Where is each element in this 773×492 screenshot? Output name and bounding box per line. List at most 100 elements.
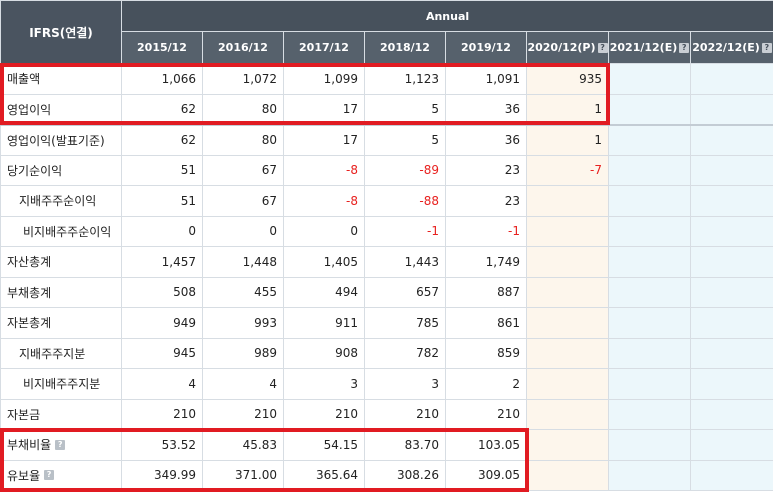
row-label-text: 영업이익 [7, 102, 52, 117]
table-cell [526, 246, 609, 278]
info-icon[interactable]: ? [55, 439, 66, 450]
col-2017: 2017/12 [283, 31, 365, 64]
table-cell: -1 [364, 215, 446, 247]
info-icon[interactable]: ? [597, 42, 608, 53]
table-cell: 210 [445, 398, 527, 430]
table-cell: 80 [202, 93, 284, 125]
table-cell [689, 429, 773, 461]
row-label: 비지배주주지분 [0, 368, 122, 400]
table-cell: -88 [364, 185, 446, 217]
table-row: 자본총계 949 993 911 785 861 [0, 307, 773, 339]
table-cell: 83.70 [364, 429, 446, 461]
table-cell [689, 398, 773, 430]
row-label-wrap: 비지배주주지분 [23, 375, 121, 392]
table-cell: 1,072 [202, 63, 284, 95]
table-cell: 1,066 [121, 63, 203, 95]
row-label: 영업이익(발표기준) [0, 123, 122, 156]
row-label-wrap: 부채비율? [7, 436, 121, 453]
annual-group-header: Annual [120, 0, 773, 32]
table-row: 당기순이익 51 67 -8 -89 23 -7 [0, 154, 773, 186]
table-cell: 365.64 [283, 459, 365, 491]
row-label: 자본금 [0, 398, 122, 430]
table-row: 자산총계 1,457 1,448 1,405 1,443 1,749 [0, 246, 773, 278]
table-cell: 23 [445, 185, 527, 217]
table-cell [608, 459, 691, 491]
table-body: 매출액 1,066 1,072 1,099 1,123 1,091 935 영업이익 62 80 1… [0, 63, 773, 491]
table-cell [608, 185, 691, 217]
table-row: 부채총계 508 455 494 657 887 [0, 276, 773, 308]
col-2021e: 2021/12(E)? [608, 31, 691, 64]
table-cell [689, 307, 773, 339]
info-icon[interactable]: ? [761, 42, 772, 53]
row-label-text: 부채총계 [7, 285, 52, 300]
info-icon[interactable]: ? [44, 470, 55, 481]
table-cell: 1,448 [202, 246, 284, 278]
table-cell [608, 429, 691, 461]
table-cell: 1,405 [283, 246, 365, 278]
col-2021e-label: 2021/12(E) [609, 41, 678, 54]
table-cell [689, 459, 773, 491]
info-icon[interactable]: ? [679, 42, 690, 53]
table-cell: 455 [202, 276, 284, 308]
row-label-text: 자산총계 [7, 255, 52, 270]
table-cell: 308.26 [364, 459, 446, 491]
table-row: 지배주주지분 945 989 908 782 859 [0, 337, 773, 369]
table-cell [608, 276, 691, 308]
table-cell [526, 398, 609, 430]
row-label-wrap: 부채총계 [7, 284, 121, 301]
table-cell [689, 276, 773, 308]
table-cell: 949 [121, 307, 203, 339]
row-label-text: 당기순이익 [7, 163, 63, 178]
table-cell: 989 [202, 337, 284, 369]
table-cell [526, 368, 609, 400]
col-2017-label: 2017/12 [299, 41, 349, 54]
table-cell: -7 [526, 154, 609, 186]
row-label-wrap: 자본금 [7, 406, 121, 423]
table-cell: 1,123 [364, 63, 446, 95]
col-2015-label: 2015/12 [137, 41, 187, 54]
table-cell: 371.00 [202, 459, 284, 491]
table-cell [526, 307, 609, 339]
table-cell: 349.99 [121, 459, 203, 491]
table-row: 지배주주순이익 51 67 -8 -88 23 [0, 185, 773, 217]
table-cell: 103.05 [445, 429, 527, 461]
row-label: 지배주주순이익 [0, 185, 122, 217]
row-label: 유보율? [0, 459, 122, 491]
table-row: 유보율? 349.99 371.00 365.64 308.26 309.05 [0, 459, 773, 491]
table-cell [689, 337, 773, 369]
table-cell: 210 [121, 398, 203, 430]
row-label-text: 자본총계 [7, 316, 52, 331]
table-cell: 1,443 [364, 246, 446, 278]
table-row: 부채비율? 53.52 45.83 54.15 83.70 103.05 [0, 429, 773, 461]
table-cell: 0 [202, 215, 284, 247]
table-cell [608, 63, 691, 95]
table-cell: 5 [364, 93, 446, 125]
row-label: 매출액 [0, 63, 122, 95]
row-label-wrap: 비지배주주순이익 [23, 223, 121, 240]
table-cell: -89 [364, 154, 446, 186]
table-cell: 1,749 [445, 246, 527, 278]
table-cell: 0 [283, 215, 365, 247]
table-cell: 1,099 [283, 63, 365, 95]
table-cell [689, 215, 773, 247]
col-2016-label: 2016/12 [218, 41, 268, 54]
table-cell: 993 [202, 307, 284, 339]
table-cell: 210 [283, 398, 365, 430]
row-label-text: 비지배주주순이익 [23, 224, 112, 239]
row-label-text: 부채비율 [7, 438, 52, 453]
row-label-wrap: 유보율? [7, 467, 121, 484]
col-2022e: 2022/12(E)? [689, 31, 773, 64]
row-label: 자본총계 [0, 307, 122, 339]
table-cell: 0 [121, 215, 203, 247]
table-cell [526, 459, 609, 491]
row-label-text: 지배주주순이익 [19, 194, 97, 209]
table-cell: 51 [121, 154, 203, 186]
row-label: 영업이익 [0, 93, 122, 125]
table-cell: 3 [283, 368, 365, 400]
table-cell [526, 276, 609, 308]
financial-summary-widget: IFRS(연결) Annual 2015/12 2016/12 2017/12 … [0, 0, 773, 492]
table-cell: 494 [283, 276, 365, 308]
table-cell [608, 398, 691, 430]
table-cell [608, 307, 691, 339]
row-label-wrap: 자본총계 [7, 314, 121, 331]
